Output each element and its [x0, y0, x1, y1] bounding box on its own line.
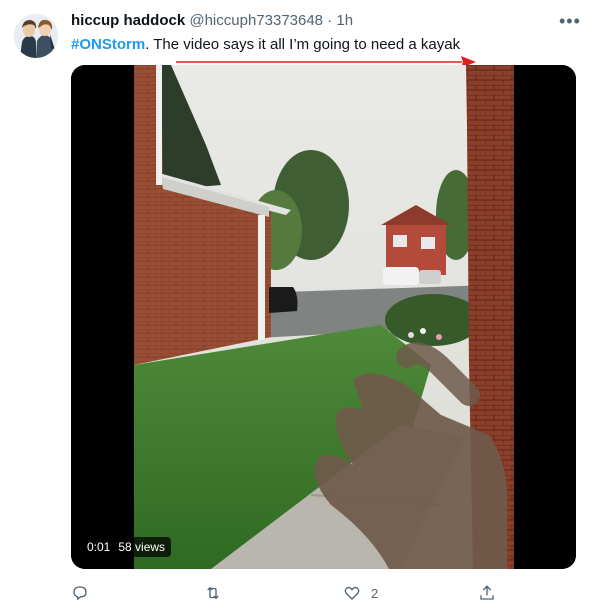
- heart-icon: [344, 586, 360, 600]
- video-elapsed-time: 0:01: [87, 540, 111, 554]
- retweet-icon: [207, 586, 219, 600]
- tweet-timestamp[interactable]: 1h: [336, 12, 353, 29]
- avatar[interactable]: [14, 14, 58, 58]
- like-button[interactable]: 2: [343, 581, 378, 605]
- video-frame: [71, 65, 576, 569]
- video-info-badge: 0:01 58 views: [81, 537, 172, 557]
- video-view-count: 58 views: [118, 540, 166, 554]
- retweet-button[interactable]: [204, 581, 232, 605]
- user-handle[interactable]: @hiccuph73373648: [189, 12, 323, 29]
- tweet-actions: 2: [0, 577, 590, 611]
- reply-button[interactable]: [71, 581, 99, 605]
- avatar-image: [14, 14, 58, 58]
- hashtag-link[interactable]: #ONStorm: [71, 36, 145, 53]
- tweet-text: #ONStorm. The video says it all I’m goin…: [71, 36, 460, 53]
- video-player[interactable]: 0:01 58 views: [71, 65, 576, 569]
- tweet-header: hiccup haddock @hiccuph73373648 · 1h: [71, 12, 353, 29]
- tweet-body: . The video says it all I’m going to nee…: [145, 36, 461, 53]
- separator-dot: ·: [327, 12, 333, 29]
- share-button[interactable]: [478, 581, 496, 605]
- share-icon: [480, 585, 494, 600]
- more-options-button[interactable]: •••: [559, 11, 581, 31]
- reply-icon: [73, 586, 87, 601]
- display-name[interactable]: hiccup haddock: [71, 12, 185, 29]
- more-horizontal-icon: •••: [559, 11, 581, 31]
- like-count: 2: [371, 585, 379, 601]
